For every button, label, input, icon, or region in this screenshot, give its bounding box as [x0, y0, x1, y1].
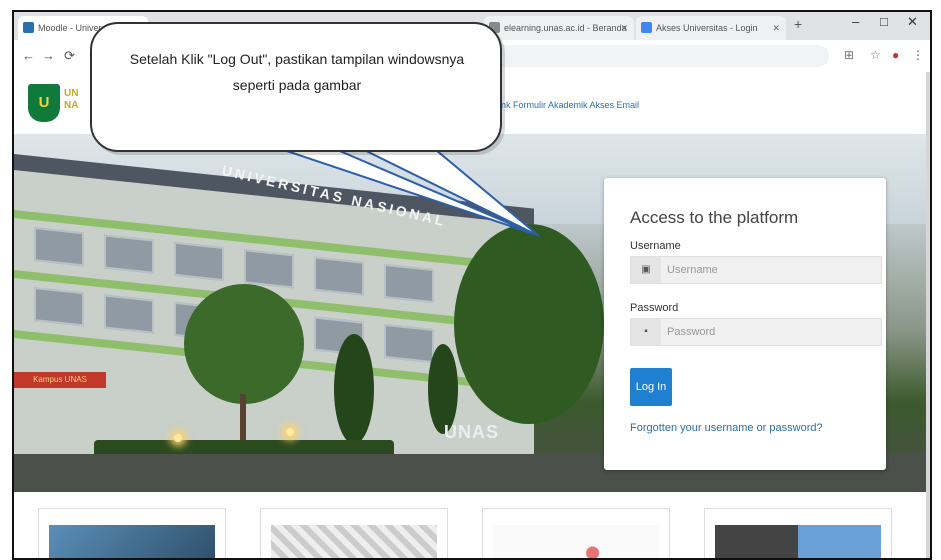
callout-text: Setelah Klik "Log Out", pastikan tampila… [129, 51, 465, 93]
instruction-callout: Setelah Klik "Log Out", pastikan tampila… [90, 22, 502, 152]
screenshot-frame: Moodle - Universitas Nasional elearning.… [12, 10, 932, 560]
